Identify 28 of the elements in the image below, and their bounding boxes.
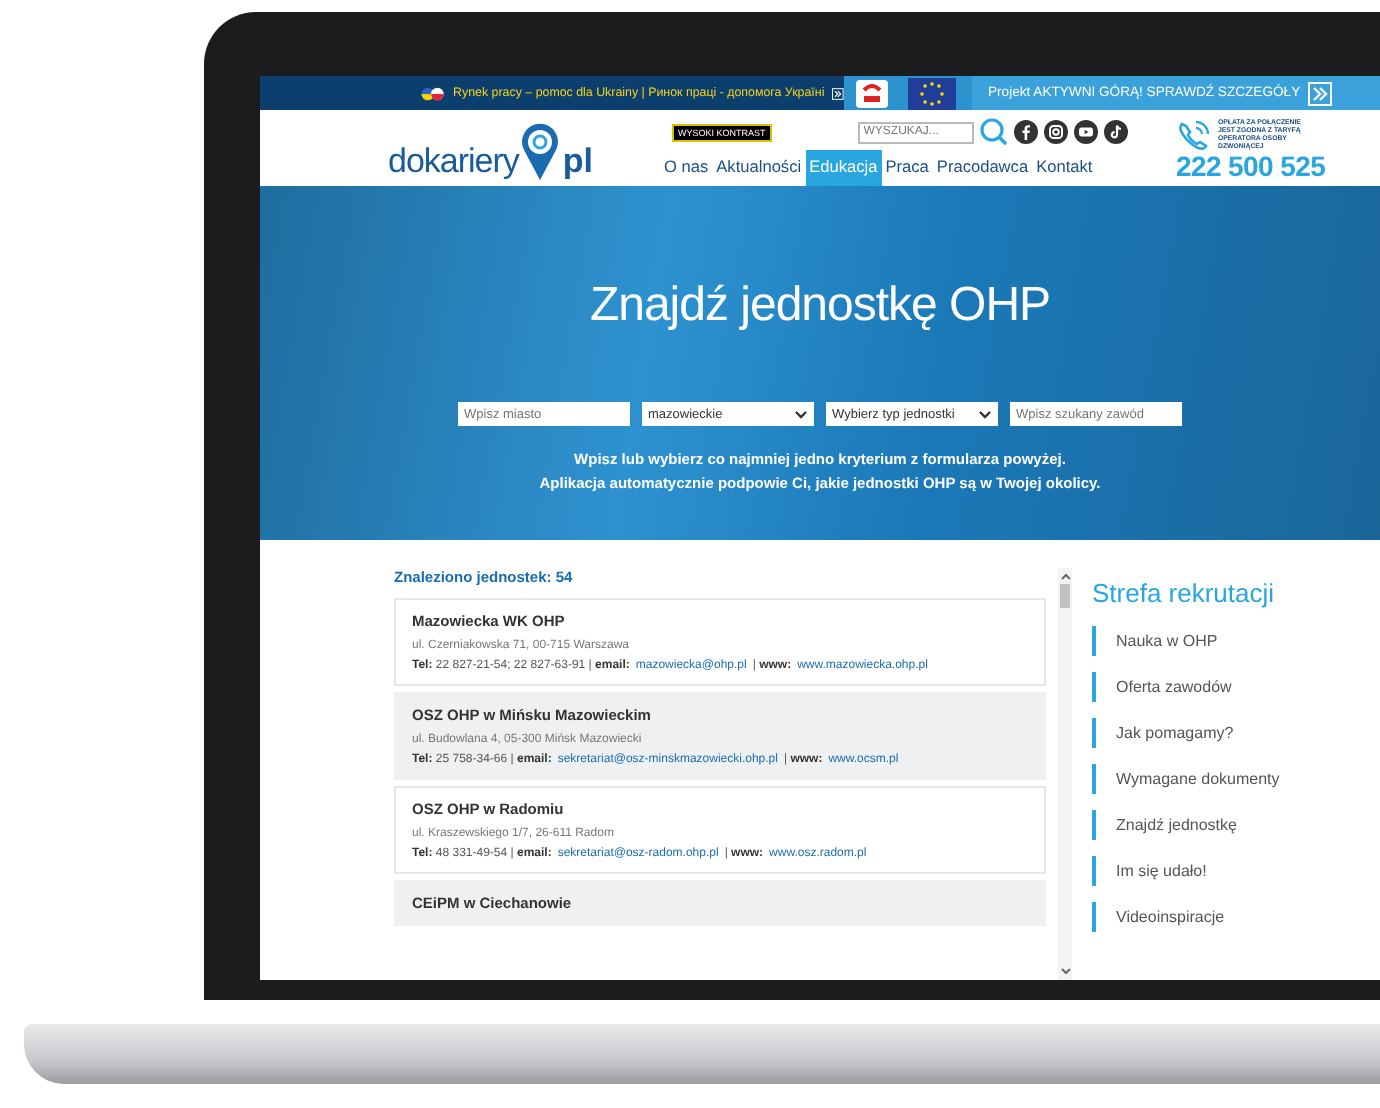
sidebar-link[interactable]: Im się udało! <box>1092 856 1280 886</box>
nav-item[interactable]: Praca <box>881 150 933 186</box>
scrollbar[interactable] <box>1058 568 1072 980</box>
sidebar-link[interactable]: Jak pomagamy? <box>1092 718 1280 748</box>
nav-item[interactable]: O nas <box>660 150 713 186</box>
sidebar-heading: Strefa rekrutacji <box>1092 578 1277 608</box>
eu-flag-icon <box>908 77 956 109</box>
instagram-icon[interactable] <box>1043 120 1068 144</box>
sidebar-link[interactable]: Wymagane dokumenty <box>1092 764 1280 794</box>
page-heading: Znajdź jednostkę OHP <box>589 278 1051 334</box>
nav-item[interactable]: Kontakt <box>1032 150 1097 186</box>
logo-text[interactable]: dokariery <box>388 142 519 182</box>
tiktok-icon[interactable] <box>1103 120 1128 144</box>
sidebar-link[interactable]: Nauka w OHP <box>1092 626 1280 656</box>
chevron-icon <box>794 409 808 419</box>
sidebar-link[interactable]: Znajdź jednostkę <box>1092 810 1280 840</box>
nav-item[interactable]: Aktualności <box>712 150 806 186</box>
sidebar-link[interactable]: Oferta zawodów <box>1092 672 1280 702</box>
scroll-down-icon[interactable] <box>1059 968 1071 976</box>
phone-icon <box>1176 118 1212 150</box>
facebook-icon[interactable] <box>1013 120 1038 144</box>
logo-text[interactable]: pl <box>562 142 594 182</box>
nav-item[interactable]: Pracodawca <box>932 150 1033 186</box>
sidebar-link[interactable]: Videoinspiracje <box>1092 902 1280 932</box>
scrollbar-thumb[interactable] <box>1060 584 1070 608</box>
youtube-icon[interactable] <box>1073 120 1098 144</box>
chevron-icon <box>978 409 992 419</box>
scroll-up-icon[interactable] <box>1059 572 1071 580</box>
